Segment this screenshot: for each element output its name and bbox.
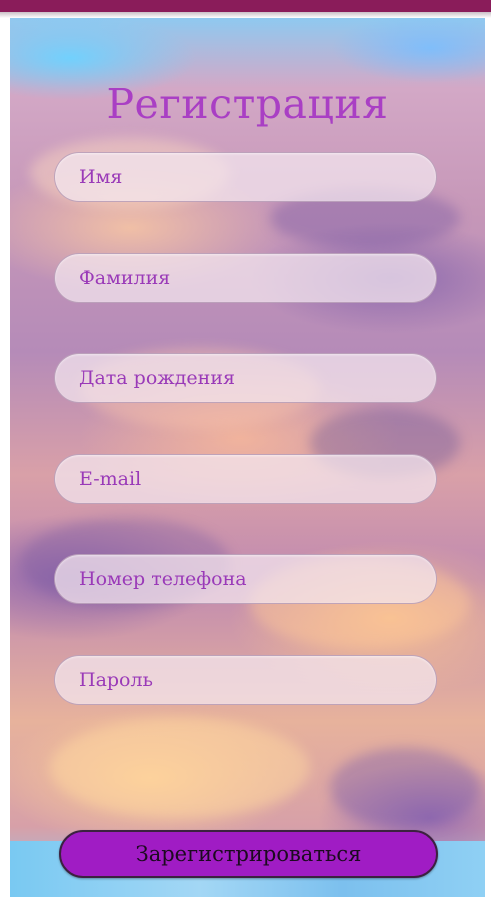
- phone-input[interactable]: [55, 555, 436, 603]
- last-name-field-wrapper: [54, 253, 437, 303]
- page-title: Регистрация: [106, 80, 389, 128]
- birth-date-input[interactable]: [55, 354, 436, 402]
- register-button[interactable]: Зарегистрироваться: [59, 830, 438, 878]
- top-bar: [0, 0, 491, 12]
- last-name-input[interactable]: [55, 254, 436, 302]
- email-input[interactable]: [55, 455, 436, 503]
- first-name-field-wrapper: [54, 152, 437, 202]
- registration-screen: Регистрация Зарегистрироваться: [10, 18, 485, 897]
- birth-date-field-wrapper: [54, 353, 437, 403]
- password-input[interactable]: [55, 656, 436, 704]
- password-field-wrapper: [54, 655, 437, 705]
- first-name-input[interactable]: [55, 153, 436, 201]
- email-field-wrapper: [54, 454, 437, 504]
- phone-field-wrapper: [54, 554, 437, 604]
